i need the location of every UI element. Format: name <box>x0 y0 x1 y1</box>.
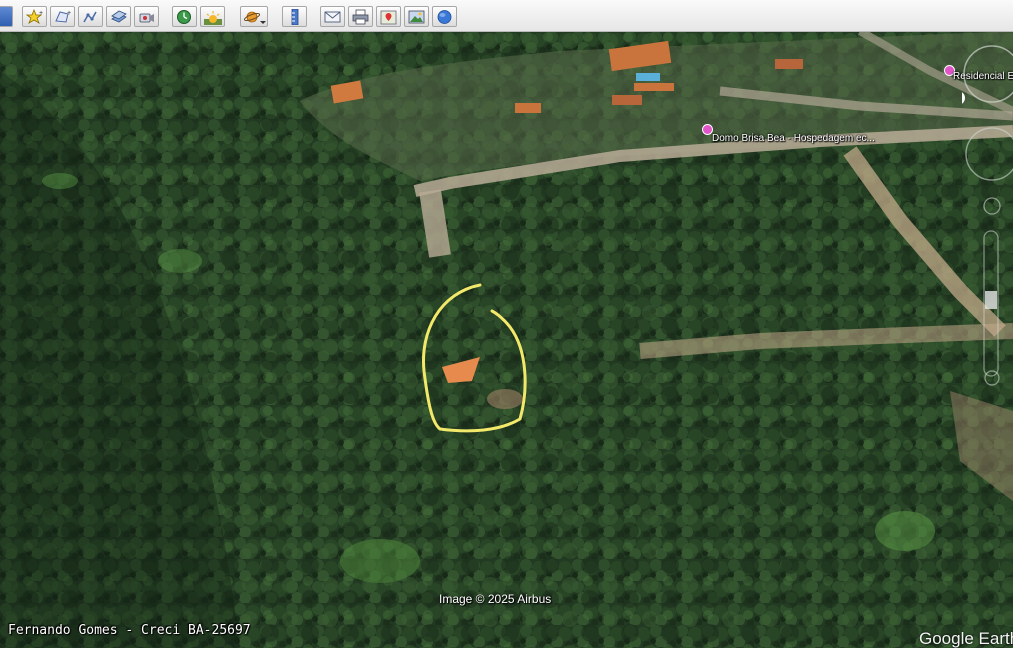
image-overlay-icon <box>111 10 127 23</box>
place-label-domo[interactable]: Domo Brisa Bea - Hospedagem ec... <box>712 133 875 144</box>
record-tour-button[interactable] <box>134 6 159 27</box>
svg-text:+: + <box>39 10 43 17</box>
earth-button[interactable] <box>432 6 457 27</box>
planet-icon <box>244 11 261 23</box>
satellite-imagery <box>0 31 1013 648</box>
placemark-star-icon: + <box>26 9 43 24</box>
street-view-icon[interactable] <box>983 197 1001 215</box>
imagery-credit: Image © 2025 Airbus <box>439 592 552 606</box>
photo-icon <box>408 10 425 24</box>
sidebar-toggle-button[interactable] <box>0 6 13 27</box>
add-polygon-button[interactable]: + <box>50 6 75 27</box>
record-tour-icon <box>139 13 154 23</box>
look-joystick[interactable] <box>963 45 1013 103</box>
print-button[interactable] <box>348 6 373 27</box>
move-joystick[interactable] <box>965 127 1013 181</box>
path-icon <box>83 11 97 23</box>
polygon-icon: + <box>55 10 71 23</box>
toolbar: + + <box>0 0 1013 32</box>
view-in-maps-button[interactable] <box>376 6 401 27</box>
navigation-controls: N <box>951 41 1013 431</box>
email-button[interactable] <box>320 6 345 27</box>
globe-icon <box>437 10 452 24</box>
map-pin-icon <box>380 10 397 25</box>
sunlight-button[interactable] <box>200 6 225 27</box>
envelope-icon <box>324 11 341 23</box>
google-earth-logo: Google Earth <box>919 629 1013 648</box>
zoom-slider-thumb[interactable] <box>985 291 997 309</box>
save-image-button[interactable] <box>404 6 429 27</box>
add-path-button[interactable] <box>78 6 103 27</box>
sun-icon <box>204 11 222 25</box>
switch-planet-button[interactable] <box>240 6 268 27</box>
ruler-button[interactable] <box>282 6 307 27</box>
north-button[interactable] <box>951 91 965 105</box>
map-view[interactable]: Domo Brisa Bea - Hospedagem ec... Reside… <box>0 31 1013 648</box>
svg-text:+: + <box>67 10 71 17</box>
historical-imagery-button[interactable] <box>172 6 197 27</box>
clock-icon <box>177 10 191 24</box>
nav-controls-graphic: N <box>951 45 1013 386</box>
watermark-text: Fernando Gomes - Creci BA-25697 <box>8 623 251 638</box>
zoom-out-icon[interactable] <box>984 370 1000 386</box>
ruler-icon <box>291 9 299 25</box>
add-image-overlay-button[interactable] <box>106 6 131 27</box>
add-placemark-button[interactable]: + <box>22 6 47 27</box>
printer-icon <box>352 9 369 25</box>
